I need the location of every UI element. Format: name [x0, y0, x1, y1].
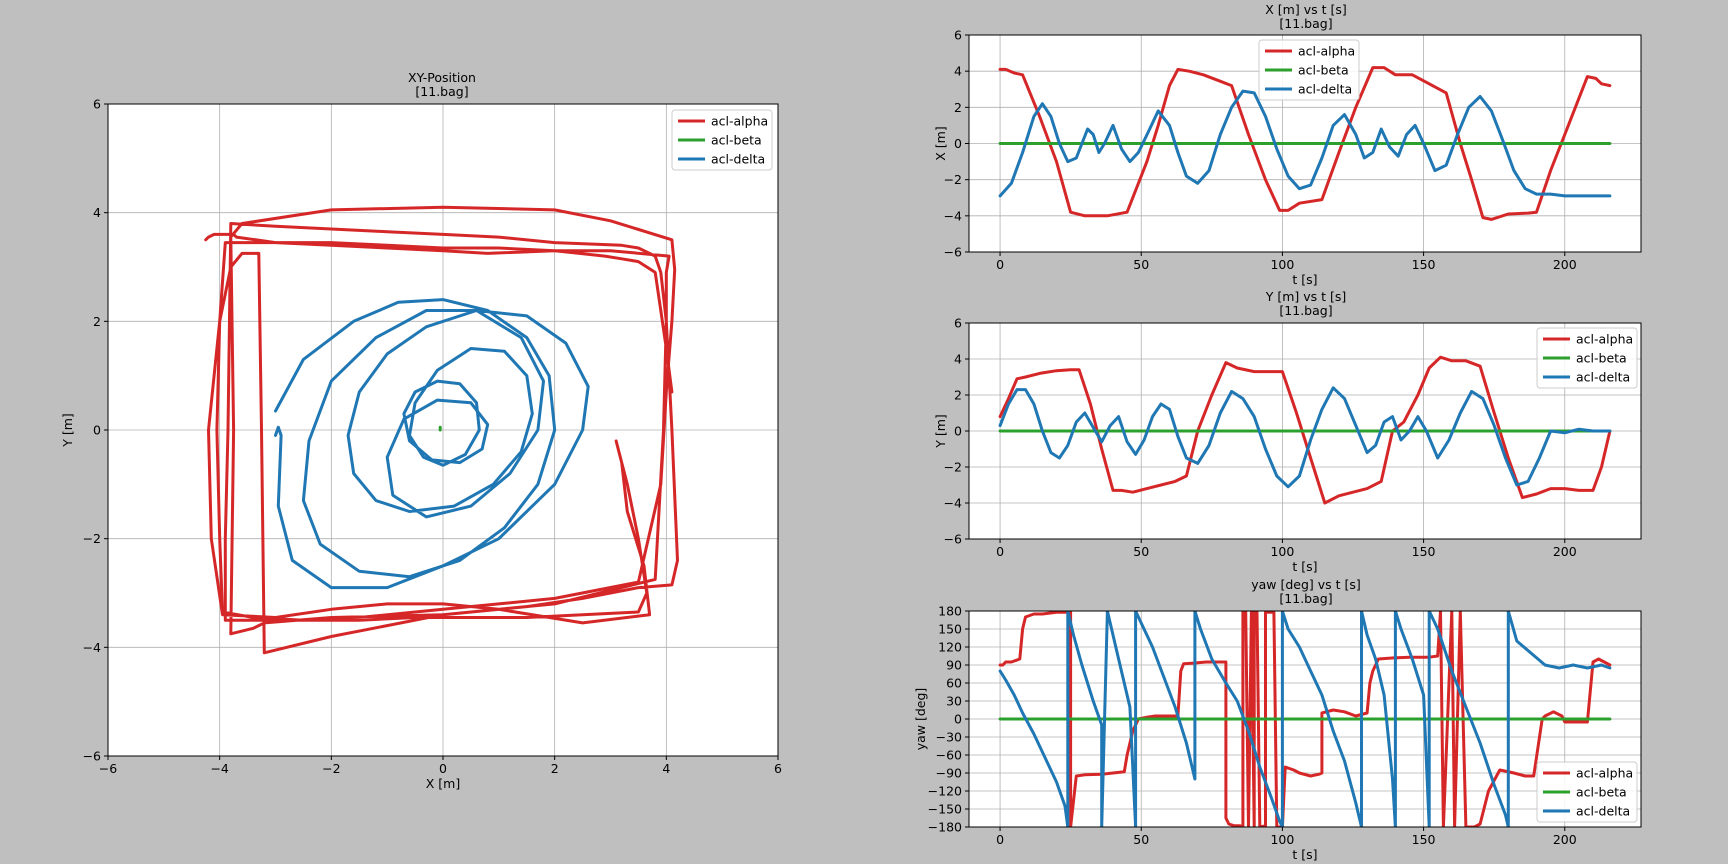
y-tick-label: 6 — [93, 97, 101, 112]
x-tick-label: 150 — [1412, 832, 1436, 847]
y-tick-label: −4 — [944, 208, 962, 223]
y-axis-label: yaw [deg] — [913, 688, 928, 751]
legend-label-acl-beta: acl-beta — [1298, 63, 1349, 78]
axes-1: 0 50 100 150 200 −6 −4 −2 0 2 4 6 t [s] X [m] X [m] vs… — [933, 2, 1642, 287]
y-tick-label: 30 — [946, 694, 962, 709]
chart-title: yaw [deg] vs t [s] — [1251, 577, 1361, 592]
y-tick-label: 180 — [938, 604, 962, 619]
y-tick-label: −6 — [83, 749, 101, 764]
y-axis-label: Y [m] — [60, 413, 75, 448]
x-tick-label: 2 — [551, 761, 559, 776]
chart-title: X [m] vs t [s] — [1265, 2, 1346, 17]
legend-label-acl-beta: acl-beta — [1576, 351, 1627, 366]
chart-title: [11.bag] — [1279, 16, 1332, 31]
y-tick-label: −6 — [944, 245, 962, 260]
y-tick-label: −2 — [944, 172, 962, 187]
x-tick-label: −6 — [99, 761, 117, 776]
y-tick-label: 150 — [938, 622, 962, 637]
y-tick-label: 2 — [954, 100, 962, 115]
x-tick-label: −2 — [322, 761, 340, 776]
legend: acl-alpha acl-beta acl-delta — [671, 109, 773, 171]
y-tick-label: −90 — [936, 766, 962, 781]
chart-title: [11.bag] — [415, 84, 468, 99]
y-tick-label: −2 — [83, 531, 101, 546]
axes-2: 0 50 100 150 200 −6 −4 −2 0 2 4 6 t [s] Y [m] Y [m] vs… — [933, 289, 1642, 574]
x-tick-label: 100 — [1270, 257, 1294, 272]
legend-label-acl-delta: acl-delta — [1298, 82, 1352, 97]
x-tick-label: 100 — [1270, 544, 1294, 559]
y-tick-label: 4 — [954, 64, 962, 79]
x-tick-label: 200 — [1553, 832, 1577, 847]
legend-label-acl-delta: acl-delta — [1576, 370, 1630, 385]
legend-label-acl-beta: acl-beta — [1576, 785, 1627, 800]
y-tick-label: 6 — [954, 316, 962, 331]
y-tick-label: −180 — [928, 820, 962, 835]
x-tick-label: 0 — [996, 832, 1004, 847]
y-tick-label: −30 — [936, 730, 962, 745]
legend: acl-alpha acl-beta acl-delta — [1258, 39, 1360, 101]
x-tick-label: 4 — [662, 761, 670, 776]
x-tick-label: −4 — [210, 761, 228, 776]
legend-label-acl-beta: acl-beta — [711, 133, 762, 148]
y-tick-label: 120 — [938, 640, 962, 655]
figure: −6 −4 −2 0 2 4 6 −6 −4 −2 0 2 4 6 X [m] Y [m] XY-Positio… — [60, 2, 1642, 862]
legend-label-acl-delta: acl-delta — [1576, 804, 1630, 819]
legend: acl-alpha acl-beta acl-delta — [1536, 327, 1638, 389]
y-tick-label: −150 — [928, 802, 962, 817]
y-tick-label: 4 — [954, 352, 962, 367]
legend-label-acl-alpha: acl-alpha — [1298, 44, 1355, 59]
x-axis-label: X [m] — [426, 776, 460, 791]
chart-title: Y [m] vs t [s] — [1265, 289, 1347, 304]
y-tick-label: 0 — [954, 424, 962, 439]
y-tick-label: 4 — [93, 205, 101, 220]
y-tick-label: −120 — [928, 784, 962, 799]
x-tick-label: 0 — [439, 761, 447, 776]
x-axis-label: t [s] — [1292, 847, 1317, 862]
y-tick-label: −6 — [944, 532, 962, 547]
x-tick-label: 6 — [774, 761, 782, 776]
axes-0: −6 −4 −2 0 2 4 6 −6 −4 −2 0 2 4 6 X [m] Y [m] XY-Positio… — [60, 70, 782, 791]
chart-title: [11.bag] — [1279, 591, 1332, 606]
y-tick-label: 0 — [93, 423, 101, 438]
x-tick-label: 150 — [1412, 544, 1436, 559]
y-tick-label: −60 — [936, 748, 962, 763]
y-tick-label: 0 — [954, 136, 962, 151]
y-tick-label: 90 — [946, 658, 962, 673]
legend-label-acl-alpha: acl-alpha — [711, 114, 768, 129]
chart-title: XY-Position — [408, 70, 476, 85]
y-axis-label: X [m] — [933, 126, 948, 160]
x-tick-label: 50 — [1133, 257, 1149, 272]
x-tick-label: 50 — [1133, 832, 1149, 847]
x-axis-label: t [s] — [1292, 559, 1317, 574]
x-tick-label: 200 — [1553, 544, 1577, 559]
y-tick-label: −2 — [944, 460, 962, 475]
y-tick-label: 60 — [946, 676, 962, 691]
axes-3: 0 50 100 150 200 −180 −150 −120 −90 −60 −30 0 30 60 90… — [913, 577, 1642, 862]
y-tick-label: 0 — [954, 712, 962, 727]
y-tick-label: 2 — [954, 388, 962, 403]
y-tick-label: −4 — [83, 640, 101, 655]
y-tick-label: 6 — [954, 28, 962, 43]
legend-label-acl-alpha: acl-alpha — [1576, 766, 1633, 781]
y-tick-label: 2 — [93, 314, 101, 329]
x-tick-label: 100 — [1270, 832, 1294, 847]
x-tick-label: 50 — [1133, 544, 1149, 559]
chart-title: [11.bag] — [1279, 303, 1332, 318]
legend-label-acl-alpha: acl-alpha — [1576, 332, 1633, 347]
legend: acl-alpha acl-beta acl-delta — [1536, 761, 1638, 823]
x-axis-label: t [s] — [1292, 272, 1317, 287]
x-tick-label: 200 — [1553, 257, 1577, 272]
y-axis-label: Y [m] — [933, 414, 948, 449]
legend-label-acl-delta: acl-delta — [711, 152, 765, 167]
x-tick-label: 150 — [1412, 257, 1436, 272]
y-tick-label: −4 — [944, 496, 962, 511]
x-tick-label: 0 — [996, 544, 1004, 559]
x-tick-label: 0 — [996, 257, 1004, 272]
